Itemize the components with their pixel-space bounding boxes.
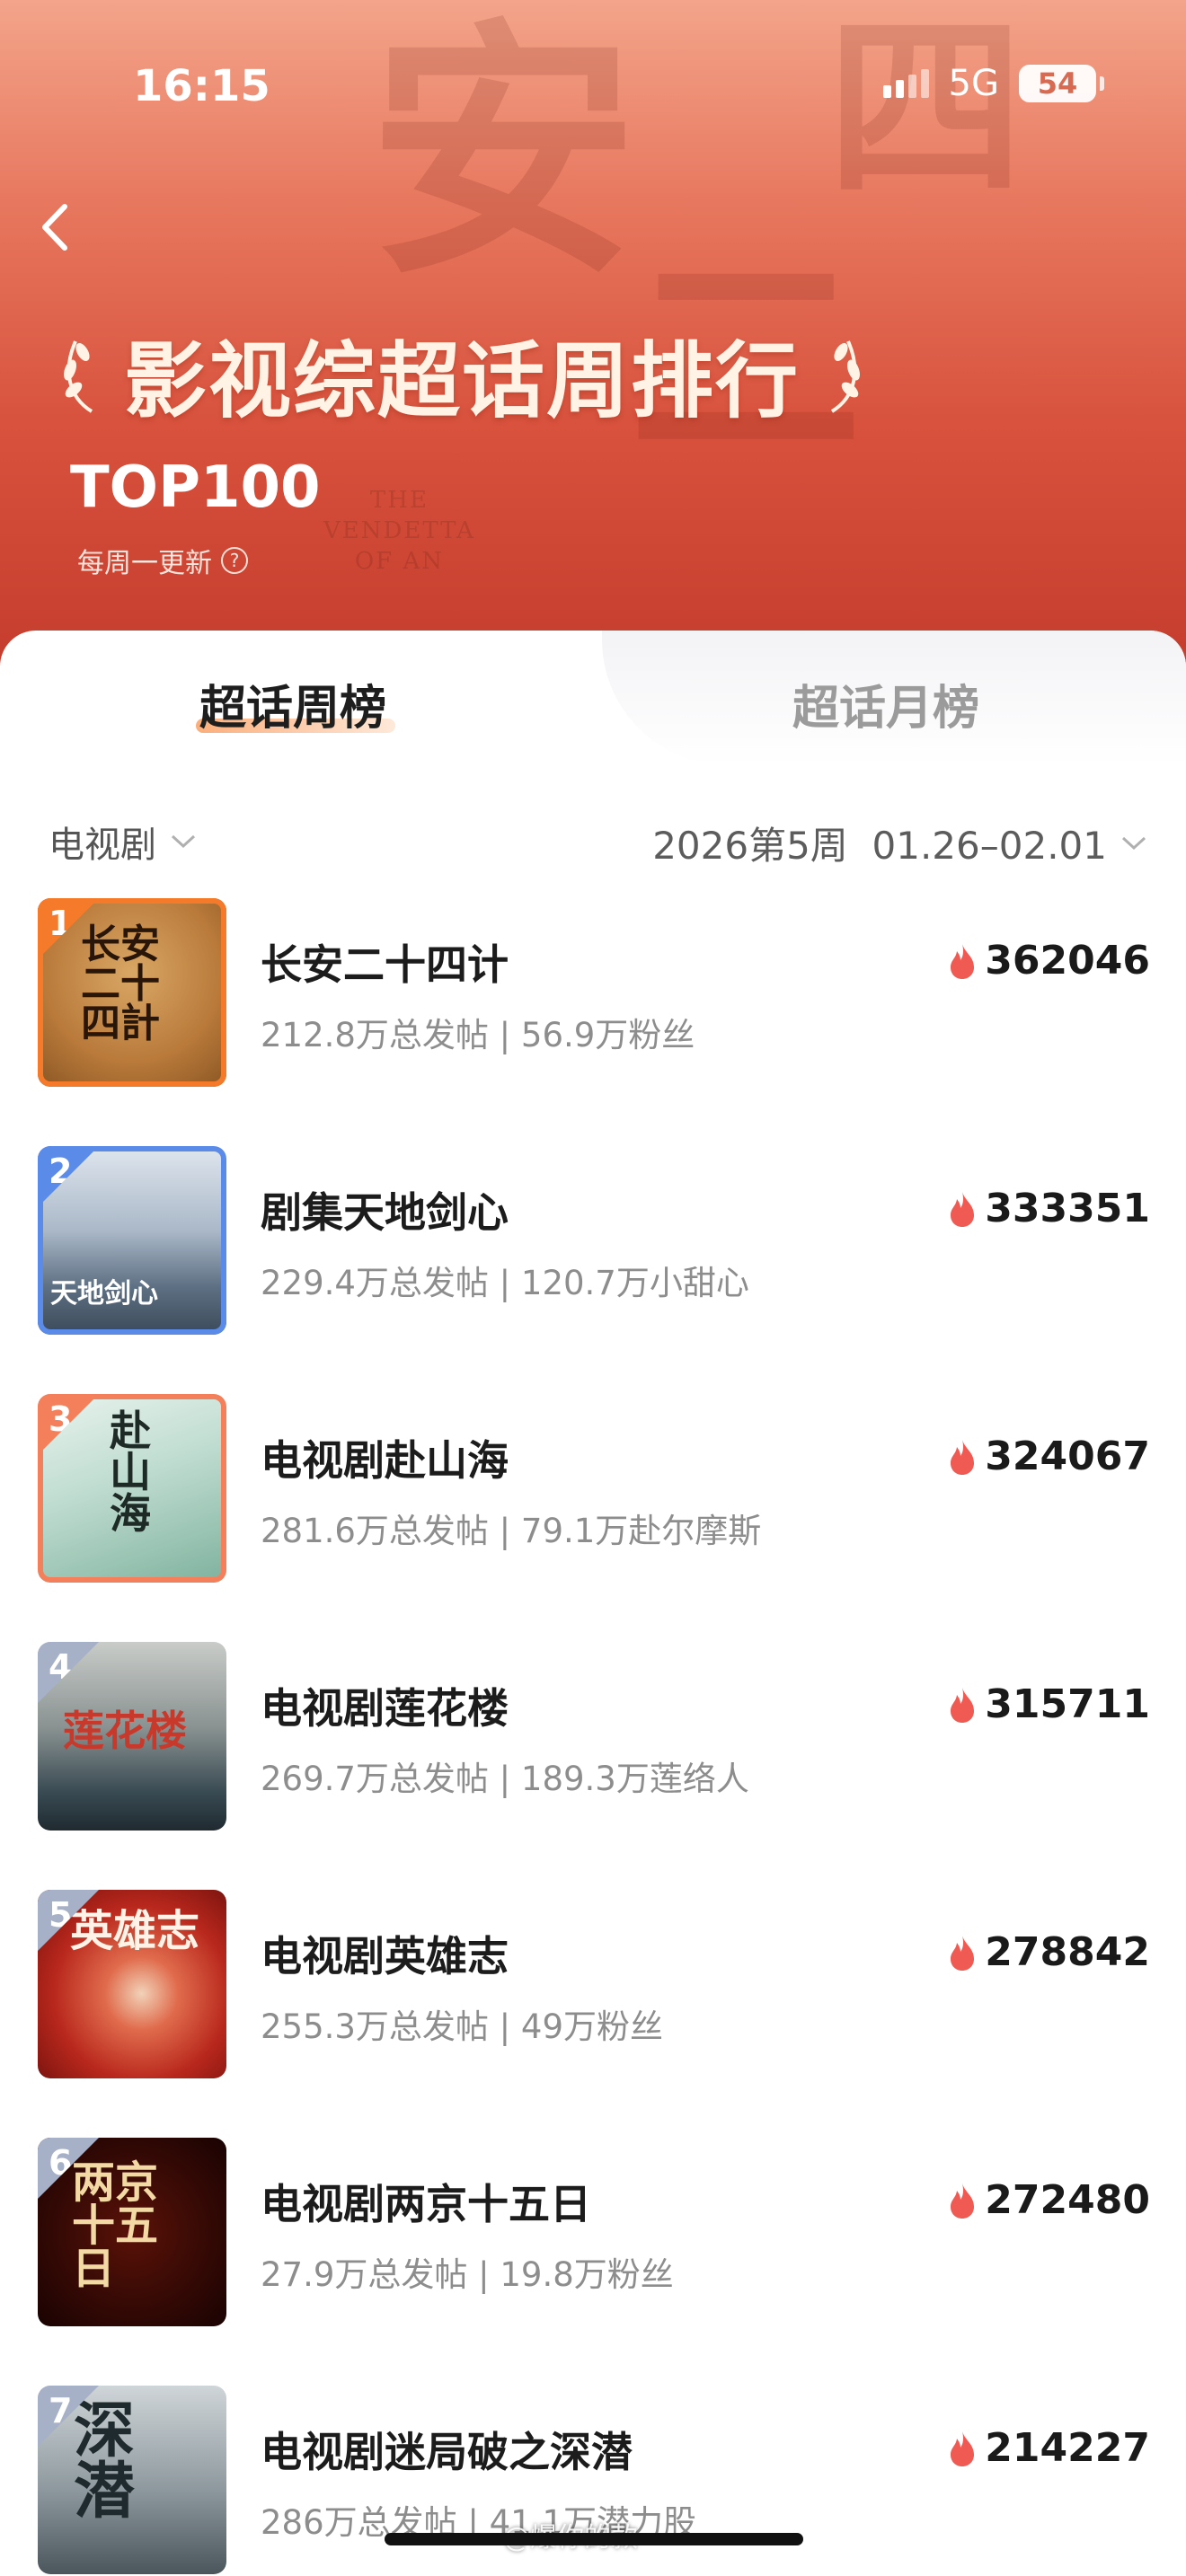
category-label: 电视剧	[49, 825, 156, 866]
item-name: 长安二十四计	[261, 940, 509, 989]
item-meta: 255.3万总发帖 | 49万粉丝	[261, 2007, 663, 2046]
poster-image: 长安二十四計 1	[38, 898, 226, 1087]
poster-image: 莲花楼 4	[38, 1642, 226, 1831]
ranking-item[interactable]: 赴山海 3 电视剧赴山海 281.6万总发帖 | 79.1万赴尔摩斯 32406…	[0, 1390, 1186, 1638]
header-banner: 安 二 四 THE VENDETTA OF AN 16:15 5G 54 影视综…	[0, 0, 1186, 683]
flame-icon	[951, 1439, 975, 1475]
poster-image: 赴山海 3	[38, 1394, 226, 1583]
poster-image: 天地剑心 2	[38, 1146, 226, 1335]
heat-score: 333351	[947, 1186, 1150, 1231]
flame-icon	[951, 1191, 975, 1227]
item-name: 电视剧两京十五日	[261, 2180, 591, 2228]
flame-icon	[951, 1687, 975, 1723]
signal-icon	[882, 69, 929, 98]
top100-label: TOP100	[70, 454, 321, 521]
update-note: 每周一更新 ?	[77, 541, 248, 580]
period-label: 2026第5周 01.26–02.01	[652, 824, 1107, 868]
laurel-right-icon	[830, 340, 860, 413]
period-dropdown[interactable]: 2026第5周 01.26–02.01	[652, 816, 1148, 870]
ranking-item[interactable]: 天地剑心 2 剧集天地剑心 229.4万总发帖 | 120.7万小甜心 3333…	[0, 1142, 1186, 1390]
heat-score: 214227	[947, 2425, 1150, 2471]
ranking-item[interactable]: 两京十五日 6 电视剧两京十五日 27.9万总发帖 | 19.8万粉丝 2724…	[0, 2134, 1186, 2382]
help-icon[interactable]: ?	[221, 547, 248, 574]
category-dropdown[interactable]: 电视剧	[49, 816, 198, 868]
heat-score: 324067	[947, 1434, 1150, 1479]
home-indicator[interactable]	[385, 2533, 803, 2545]
filter-row: 电视剧 2026第5周 01.26–02.01	[0, 810, 1186, 873]
page-title: 影视综超话周排行	[124, 333, 801, 429]
item-meta: 212.8万总发帖 | 56.9万粉丝	[261, 1016, 695, 1054]
item-meta: 281.6万总发帖 | 79.1万赴尔摩斯	[261, 1512, 762, 1550]
item-name: 电视剧英雄志	[261, 1932, 509, 1981]
ranking-list: 长安二十四計 1 长安二十四计 212.8万总发帖 | 56.9万粉丝 3620…	[0, 895, 1186, 2576]
page-title-group: 影视综超话周排行	[56, 314, 868, 434]
item-meta: 269.7万总发帖 | 189.3万莲络人	[261, 1760, 749, 1798]
flame-icon	[951, 1935, 975, 1971]
chevron-down-icon	[1121, 836, 1146, 850]
banner-deco-char: 四	[827, 0, 1025, 224]
status-icons: 5G 54	[882, 63, 1104, 104]
item-meta: 229.4万总发帖 | 120.7万小甜心	[261, 1264, 749, 1302]
flame-icon	[951, 943, 975, 979]
tab-weekly[interactable]: 超话周榜	[199, 670, 386, 737]
laurel-left-icon	[64, 340, 93, 413]
flame-icon	[951, 2183, 975, 2219]
back-arrow-icon[interactable]	[27, 196, 90, 259]
chevron-down-icon	[171, 834, 196, 849]
tab-monthly[interactable]: 超话月榜	[792, 670, 979, 737]
battery-icon: 54	[1019, 65, 1104, 102]
poster-image: 两京十五日 6	[38, 2138, 226, 2326]
heat-score: 362046	[947, 938, 1150, 984]
heat-score: 278842	[947, 1929, 1150, 1975]
tab-bar: 超话周榜 超话月榜	[0, 631, 1186, 774]
ranking-item[interactable]: 长安二十四計 1 长安二十四计 212.8万总发帖 | 56.9万粉丝 3620…	[0, 895, 1186, 1142]
item-name: 电视剧赴山海	[261, 1436, 509, 1485]
flame-icon	[951, 2430, 975, 2466]
status-time: 16:15	[133, 61, 270, 111]
banner-deco-char: 安	[368, 0, 638, 311]
ranking-item[interactable]: 英雄志 5 电视剧英雄志 255.3万总发帖 | 49万粉丝 278842	[0, 1886, 1186, 2134]
heat-score: 272480	[947, 2177, 1150, 2223]
item-name: 剧集天地剑心	[261, 1188, 509, 1237]
banner-deco-english: THE VENDETTA OF AN	[323, 487, 475, 575]
network-type: 5G	[948, 63, 999, 104]
poster-image: 深潜 7	[38, 2386, 226, 2574]
item-meta: 27.9万总发帖 | 19.8万粉丝	[261, 2255, 674, 2294]
heat-score: 315711	[947, 1681, 1150, 1727]
item-name: 电视剧莲花楼	[261, 1684, 509, 1733]
item-name: 电视剧迷局破之深潜	[261, 2428, 633, 2476]
poster-image: 英雄志 5	[38, 1890, 226, 2078]
ranking-item[interactable]: 莲花楼 4 电视剧莲花楼 269.7万总发帖 | 189.3万莲络人 31571…	[0, 1638, 1186, 1886]
